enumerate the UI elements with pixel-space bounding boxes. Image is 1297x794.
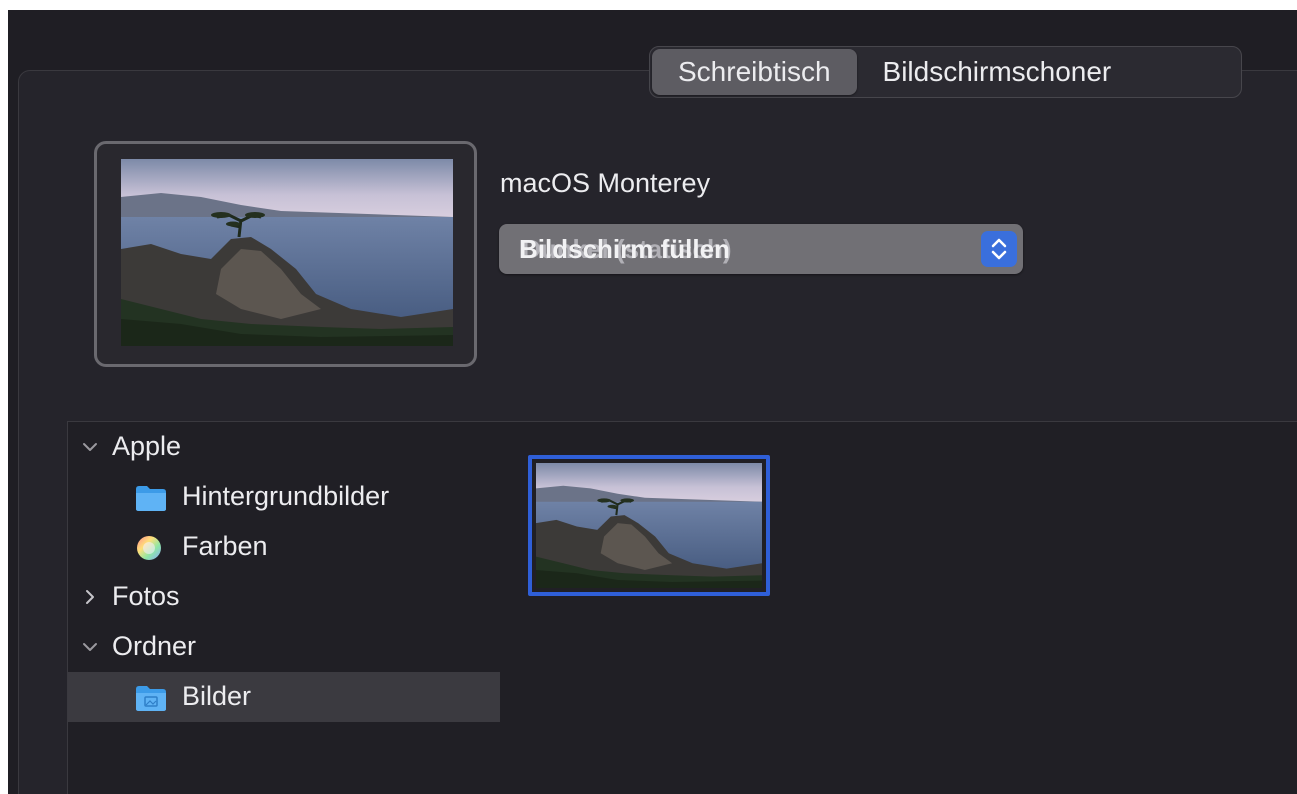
folder-icon [136, 486, 166, 511]
fill-mode-popup[interactable]: Dunkel (statisch) Bildschirm füllen [499, 224, 1023, 274]
source-sidebar: Apple Hintergrundbilder Farben Fotos Ord… [67, 422, 501, 794]
color-wheel-icon [137, 536, 161, 560]
popup-selected-label: Bildschirm füllen [519, 234, 730, 264]
preview-image [121, 159, 453, 346]
wallpaper-grid [500, 422, 1297, 794]
sidebar-item-label: Farben [182, 531, 268, 561]
tab-desktop[interactable]: Schreibtisch [652, 49, 857, 95]
sidebar-group-ordner[interactable]: Ordner [68, 622, 500, 672]
tab-screensaver[interactable]: Bildschirmschoner [857, 49, 1138, 95]
sidebar-group-label: Apple [112, 431, 182, 461]
sidebar-group-label: Ordner [112, 631, 197, 661]
wallpaper-preview [94, 141, 477, 367]
sidebar-item-bilder[interactable]: Bilder [68, 672, 500, 722]
desktop-settings-window: Schreibtisch Bildschirmschoner macOS Mon… [8, 10, 1297, 794]
thumbnail-image [536, 463, 762, 588]
chevron-down-icon[interactable] [80, 637, 100, 657]
wallpaper-name: macOS Monterey [500, 168, 711, 198]
sidebar-group-label: Fotos [112, 581, 180, 611]
sidebar-group-fotos[interactable]: Fotos [68, 572, 500, 622]
chevron-down-icon[interactable] [80, 437, 100, 457]
wallpaper-thumbnail[interactable] [528, 455, 770, 596]
sidebar-item-hintergrundbilder[interactable]: Hintergrundbilder [68, 472, 500, 522]
wallpaper-browser: Apple Hintergrundbilder Farben Fotos Ord… [67, 421, 1297, 794]
chevron-right-icon[interactable] [80, 587, 100, 607]
sidebar-item-label: Bilder [182, 681, 252, 711]
chevron-updown-icon[interactable] [981, 231, 1017, 267]
sidebar-group-apple[interactable]: Apple [68, 422, 500, 472]
sidebar-item-farben[interactable]: Farben [68, 522, 500, 572]
tab-switcher: Schreibtisch Bildschirmschoner [649, 46, 1242, 98]
sidebar-item-label: Hintergrundbilder [182, 481, 390, 511]
pictures-folder-icon [136, 686, 166, 711]
